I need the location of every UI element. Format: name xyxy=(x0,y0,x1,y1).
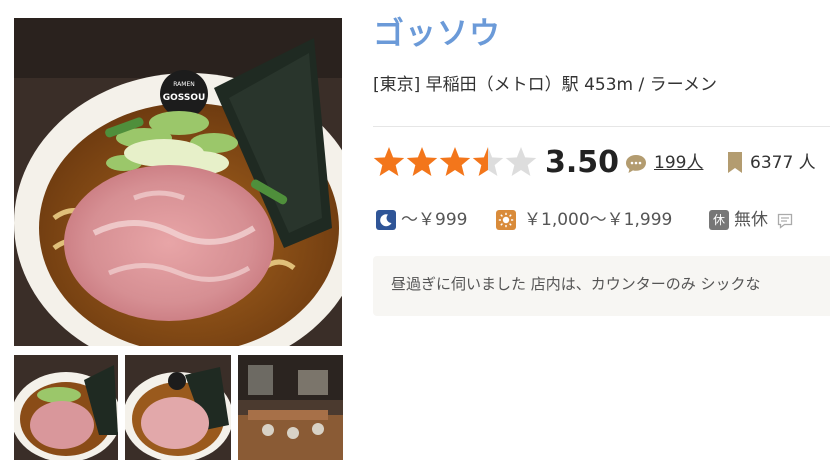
main-photo[interactable]: RAMEN GOSSOU xyxy=(14,18,342,346)
photo-thumbnail-2[interactable] xyxy=(125,355,231,460)
note-icon[interactable] xyxy=(777,213,793,229)
dinner-price: ～￥999 xyxy=(401,210,468,230)
ramen-thumbnail-image xyxy=(125,355,231,460)
photo-thumbnail-3[interactable] xyxy=(238,355,343,460)
photo-thumbnail-1[interactable] xyxy=(14,355,118,460)
lunch-price: ￥1,000～￥1,999 xyxy=(524,210,673,230)
restaurant-meta: [東京] 早稲田（メトロ）駅 453m / ラーメン xyxy=(373,72,717,98)
station-label: 早稲田（メトロ）駅 xyxy=(425,75,579,95)
distance-label: 453m xyxy=(584,75,634,95)
star-icon xyxy=(439,147,471,176)
bowl-logo-top: RAMEN xyxy=(173,81,195,88)
holiday-badge: 休 xyxy=(709,210,729,230)
holiday-text: 無休 xyxy=(734,210,768,230)
rating-row: 3.50 199人 6377 人 xyxy=(373,142,830,184)
divider xyxy=(373,126,830,127)
save-count-unit: 人 xyxy=(798,153,816,173)
ramen-bowl-image: RAMEN GOSSOU xyxy=(14,18,342,346)
review-count-link[interactable]: 199人 xyxy=(654,151,703,175)
moon-icon xyxy=(376,210,396,230)
ramen-thumbnail-image xyxy=(14,355,118,460)
price-row: ～￥999 ￥1,000～￥1,999 休 無休 xyxy=(373,206,830,234)
sun-icon xyxy=(496,210,516,230)
interior-thumbnail-image xyxy=(238,355,343,460)
restaurant-name[interactable]: ゴッソウ xyxy=(373,14,501,54)
bowl-logo-main: GOSSOU xyxy=(163,93,206,103)
bookmark-icon xyxy=(728,152,742,173)
comment-icon xyxy=(626,155,646,173)
star-icon xyxy=(472,147,504,176)
genre-label: ラーメン xyxy=(649,75,717,95)
meta-separator: / xyxy=(638,75,645,95)
star-icon xyxy=(373,147,405,176)
star-icon xyxy=(406,147,438,176)
rating-score: 3.50 xyxy=(545,145,620,180)
star-icon xyxy=(505,147,537,176)
area-label: [東京] xyxy=(373,75,421,95)
review-snippet-text: 昼過ぎに伺いました 店内は、カウンターのみ シックな xyxy=(391,275,761,293)
star-rating xyxy=(373,147,537,176)
save-count-value: 6377 xyxy=(750,153,794,173)
review-snippet-box[interactable]: 昼過ぎに伺いました 店内は、カウンターのみ シックな xyxy=(373,256,830,316)
save-count: 6377 人 xyxy=(750,151,816,175)
